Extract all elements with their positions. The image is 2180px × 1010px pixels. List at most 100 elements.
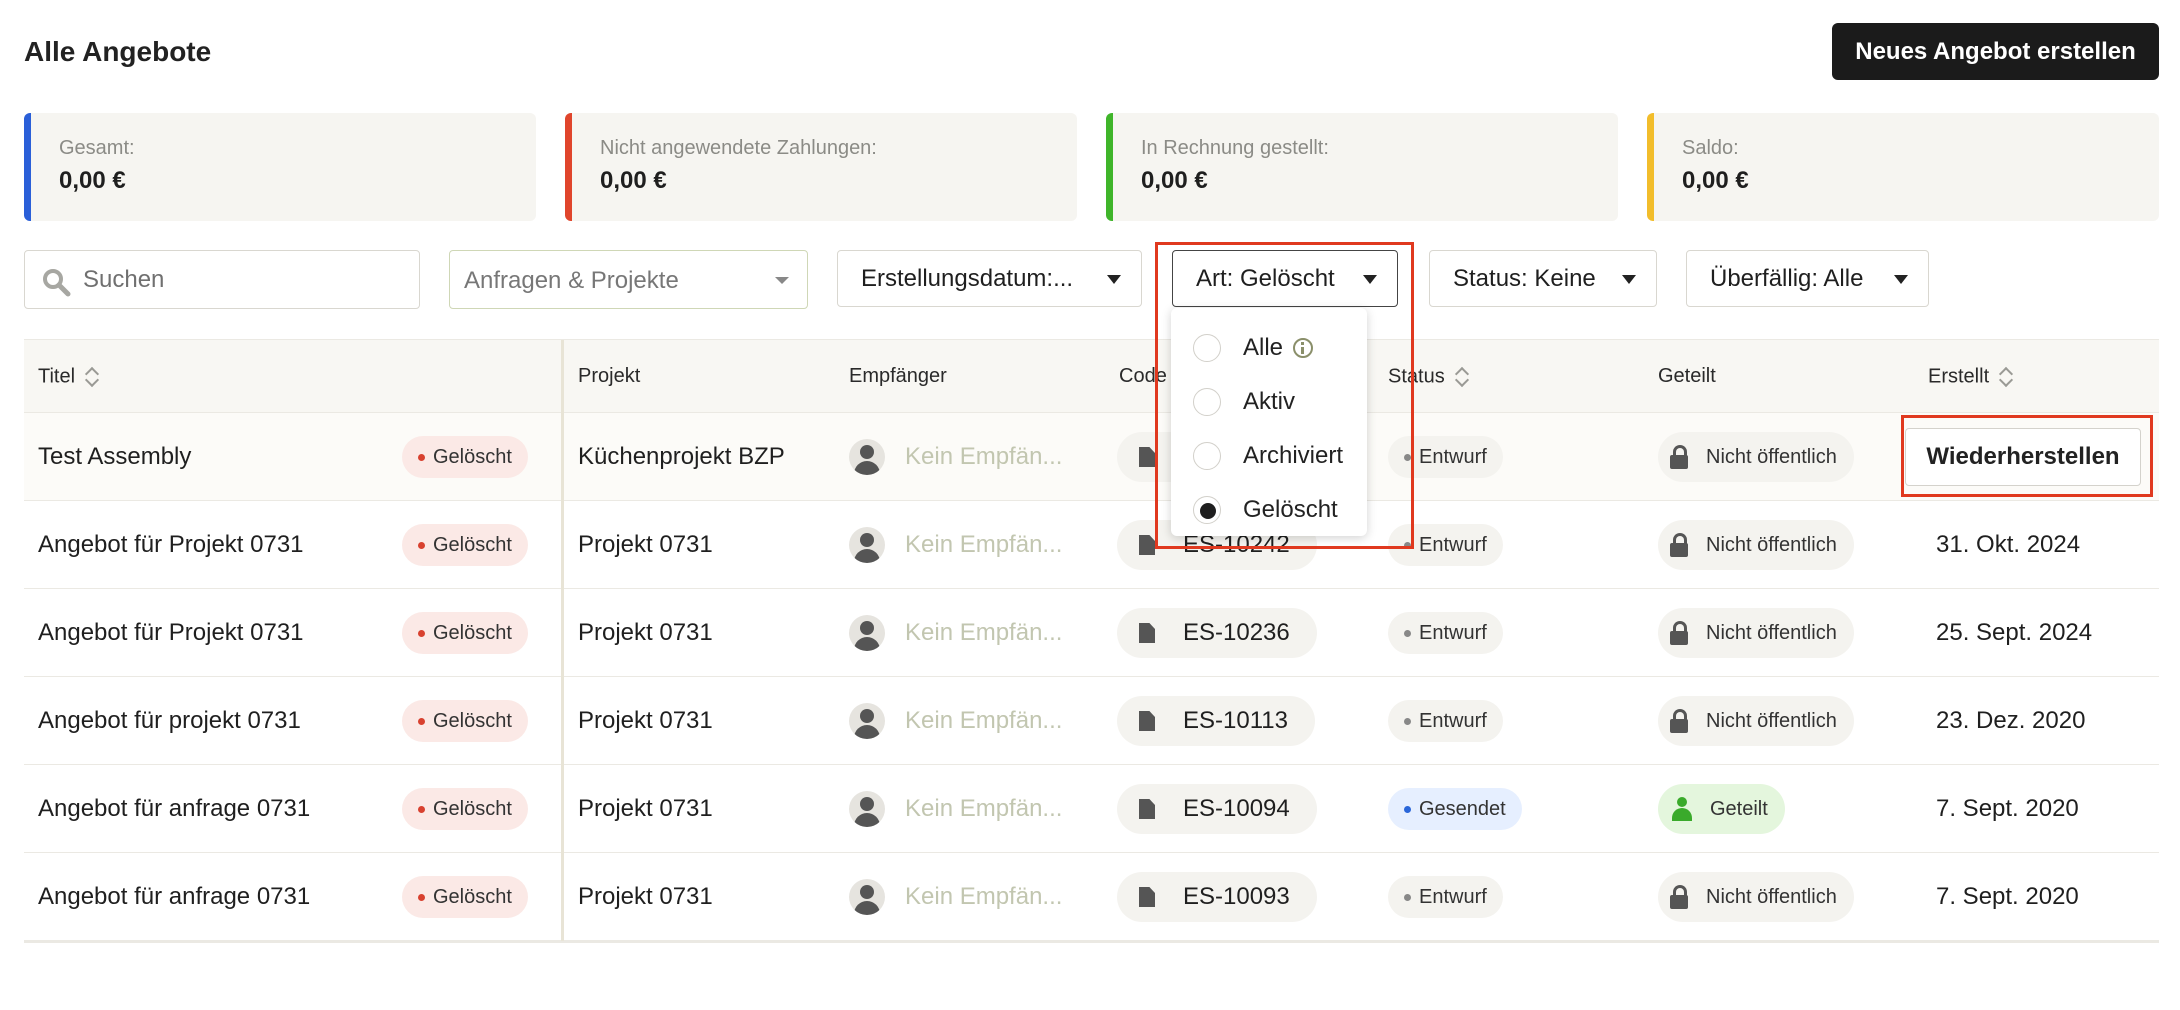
summary-card-invoiced: In Rechnung gestellt: 0,00 € (1106, 113, 1618, 221)
status-badge: Entwurf (1388, 436, 1503, 478)
status-badge: Entwurf (1388, 612, 1503, 654)
row-created: 23. Dez. 2020 (1936, 707, 2086, 734)
summary-cards: Gesamt: 0,00 € Nicht angewendete Zahlung… (24, 113, 2159, 221)
row-title: Angebot für anfrage 0731 (38, 795, 311, 822)
code-pill[interactable]: ES-10093 (1117, 872, 1317, 922)
lock-icon (1670, 885, 1688, 909)
search-input[interactable] (83, 263, 403, 297)
share-badge: Nicht öffentlich (1658, 696, 1854, 746)
restore-button[interactable]: Wiederherstellen (1905, 428, 2141, 486)
row-project: Küchenprojekt BZP (578, 443, 785, 470)
status-badge: Gesendet (1388, 788, 1522, 830)
share-badge: Nicht öffentlich (1658, 520, 1854, 570)
shared-person-icon (1670, 797, 1694, 821)
caret-down-icon (1363, 275, 1377, 284)
row-recipient: Kein Empfän... (905, 619, 1063, 646)
radio-all[interactable] (1193, 334, 1221, 362)
row-project: Projekt 0731 (578, 619, 713, 646)
caret-down-icon (1622, 275, 1636, 284)
type-option-active[interactable]: Aktiv (1193, 386, 1295, 418)
status-filter-label: Status: Keine (1453, 264, 1596, 292)
lock-icon (1670, 621, 1688, 645)
sort-icon[interactable] (1999, 365, 2013, 389)
new-offer-button[interactable]: Neues Angebot erstellen (1832, 23, 2159, 80)
column-divider (561, 413, 564, 501)
card-value: 0,00 € (1141, 167, 1208, 194)
column-recipient: Empfänger (849, 365, 947, 387)
code-pill[interactable]: ES-10113 (1117, 696, 1315, 746)
document-icon (1139, 711, 1155, 731)
project-select[interactable]: Anfragen & Projekte (449, 250, 808, 309)
status-badge: Entwurf (1388, 700, 1503, 742)
code-pill[interactable]: ES-10236 (1117, 608, 1317, 658)
card-accent-bar (565, 113, 572, 221)
type-option-archived[interactable]: Archiviert (1193, 440, 1343, 472)
type-option-deleted[interactable]: Gelöscht (1193, 494, 1338, 526)
lock-icon (1670, 709, 1688, 733)
summary-card-total: Gesamt: 0,00 € (24, 113, 536, 221)
table-row[interactable]: Angebot für anfrage 0731 Gelöscht Projek… (24, 853, 2159, 941)
info-icon[interactable] (1293, 338, 1314, 358)
share-badge: Nicht öffentlich (1658, 608, 1854, 658)
row-title: Test Assembly (38, 443, 192, 470)
row-title: Angebot für Projekt 0731 (38, 531, 304, 558)
column-divider (561, 677, 564, 765)
card-label: In Rechnung gestellt: (1141, 137, 1329, 159)
card-label: Gesamt: (59, 137, 135, 159)
code-pill[interactable]: ES-10094 (1117, 784, 1317, 834)
radio-deleted[interactable] (1193, 496, 1221, 524)
row-recipient: Kein Empfän... (905, 883, 1063, 910)
status-badge: Entwurf (1388, 524, 1503, 566)
table-header: Titel Projekt Empfänger Code Status Gete… (24, 339, 2159, 414)
table-row[interactable]: Angebot für Projekt 0731 Gelöscht Projek… (24, 589, 2159, 677)
document-icon (1139, 887, 1155, 907)
status-filter[interactable]: Status: Keine (1429, 250, 1657, 307)
table-row[interactable]: Angebot für projekt 0731 Gelöscht Projek… (24, 677, 2159, 765)
table-row[interactable]: Angebot für anfrage 0731 Gelöscht Projek… (24, 765, 2159, 853)
avatar (849, 527, 885, 563)
deleted-badge: Gelöscht (402, 524, 528, 566)
radio-active[interactable] (1193, 388, 1221, 416)
document-icon (1139, 623, 1155, 643)
row-recipient: Kein Empfän... (905, 531, 1063, 558)
card-accent-bar (1647, 113, 1654, 221)
card-label: Nicht angewendete Zahlungen: (600, 137, 877, 159)
table-row[interactable]: Test Assembly Gelöscht Küchenprojekt BZP… (24, 413, 2159, 501)
deleted-badge: Gelöscht (402, 788, 528, 830)
filter-bar: Anfragen & Projekte Erstellungsdatum:...… (0, 240, 2180, 320)
column-shared: Geteilt (1658, 365, 1716, 387)
lock-icon (1670, 533, 1688, 557)
column-status[interactable]: Status (1388, 365, 1469, 389)
created-date-filter[interactable]: Erstellungsdatum:... (837, 250, 1142, 307)
overdue-filter[interactable]: Überfällig: Alle (1686, 250, 1929, 307)
type-dropdown-menu: Alle Aktiv Archiviert Gelöscht (1171, 308, 1367, 536)
row-project: Projekt 0731 (578, 795, 713, 822)
card-accent-bar (1106, 113, 1113, 221)
column-divider (561, 501, 564, 589)
radio-archived[interactable] (1193, 442, 1221, 470)
summary-card-unapplied: Nicht angewendete Zahlungen: 0,00 € (565, 113, 1077, 221)
sort-icon[interactable] (1455, 365, 1469, 389)
overdue-filter-label: Überfällig: Alle (1710, 264, 1864, 292)
search-box[interactable] (24, 250, 420, 309)
avatar (849, 791, 885, 827)
sort-icon[interactable] (85, 365, 99, 389)
column-project: Projekt (578, 365, 641, 387)
type-filter[interactable]: Art: Gelöscht (1172, 250, 1398, 307)
chevron-down-icon (775, 277, 789, 284)
row-created: 7. Sept. 2020 (1936, 795, 2079, 822)
column-divider (561, 853, 564, 941)
type-option-all[interactable]: Alle (1193, 332, 1314, 364)
card-label: Saldo: (1682, 137, 1739, 159)
column-title[interactable]: Titel (38, 365, 99, 389)
table-row[interactable]: Angebot für Projekt 0731 Gelöscht Projek… (24, 501, 2159, 589)
row-created: 25. Sept. 2024 (1936, 619, 2093, 646)
row-recipient: Kein Empfän... (905, 795, 1063, 822)
deleted-badge: Gelöscht (402, 612, 528, 654)
column-created[interactable]: Erstellt (1928, 365, 2013, 389)
project-select-value: Anfragen & Projekte (464, 267, 679, 294)
column-divider (561, 589, 564, 677)
status-badge: Entwurf (1388, 876, 1503, 918)
avatar (849, 703, 885, 739)
row-project: Projekt 0731 (578, 883, 713, 910)
